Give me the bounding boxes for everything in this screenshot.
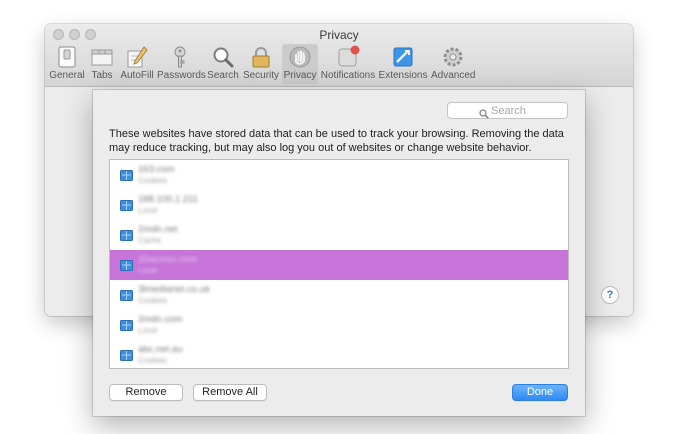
list-item[interactable]: 2mdn.net Cache — [110, 220, 568, 250]
globe-icon — [120, 319, 133, 332]
tab-advanced[interactable]: Advanced — [431, 44, 475, 84]
tab-security-label: Security — [242, 70, 280, 81]
search-field[interactable] — [447, 102, 568, 119]
notification-badge-icon — [336, 45, 360, 69]
pencil-icon — [125, 45, 149, 69]
site-data-type: Cache — [138, 236, 162, 245]
tab-search-label: Search — [207, 70, 239, 81]
site-data-type: Cookies — [138, 176, 167, 185]
site-name: 188.100.1.211 — [138, 194, 199, 205]
tab-security[interactable]: Security — [242, 44, 280, 84]
list-item[interactable]: 163.com Cookies — [110, 160, 568, 190]
done-button[interactable]: Done — [512, 384, 568, 401]
key-icon — [168, 45, 192, 69]
site-data-type: Local — [138, 206, 158, 215]
tab-privacy[interactable]: Privacy — [282, 44, 318, 84]
tab-notifications[interactable]: Notifications — [320, 44, 376, 84]
globe-icon — [120, 259, 133, 272]
tab-passwords-label: Passwords — [157, 70, 206, 81]
tab-notifications-label: Notifications — [320, 70, 376, 81]
tab-tabs[interactable]: Tabs — [89, 44, 115, 84]
site-name: 2mdn.com — [138, 314, 183, 325]
magnifier-icon — [211, 45, 235, 69]
remove-button[interactable]: Remove — [109, 384, 183, 401]
tab-advanced-label: Advanced — [431, 70, 476, 81]
list-item[interactable]: 2mdn.com Local — [110, 310, 568, 340]
gear-icon — [441, 45, 465, 69]
tab-autofill-label: AutoFill — [120, 70, 154, 81]
puzzle-icon — [391, 45, 415, 69]
search-input[interactable] — [491, 104, 563, 117]
tab-tabs-label: Tabs — [91, 70, 113, 81]
padlock-icon — [249, 45, 273, 69]
site-name: 2mdn.net — [138, 224, 178, 235]
tab-privacy-label: Privacy — [283, 70, 317, 81]
globe-icon — [120, 199, 133, 212]
hand-icon — [288, 45, 312, 69]
tab-extensions-label: Extensions — [378, 70, 428, 81]
site-name: 3lmedianet.co.uk — [138, 284, 210, 295]
tab-autofill[interactable]: AutoFill — [119, 44, 155, 84]
website-data-sheet: These websites have stored data that can… — [93, 90, 585, 416]
tab-general[interactable]: General — [49, 44, 85, 84]
remove-all-button[interactable]: Remove All — [193, 384, 267, 401]
list-item[interactable]: 3lmedianet.co.uk Cookies — [110, 280, 568, 310]
globe-icon — [120, 169, 133, 182]
site-data-type: Cookies — [138, 356, 167, 365]
tab-passwords[interactable]: Passwords — [157, 44, 206, 84]
tabs-icon — [90, 45, 114, 69]
site-name: 33across.com — [138, 254, 198, 265]
list-item[interactable]: 188.100.1.211 Local — [110, 190, 568, 220]
globe-icon — [120, 229, 133, 242]
globe-icon — [120, 289, 133, 302]
tab-search[interactable]: Search — [206, 44, 240, 84]
site-data-type: Local — [138, 266, 158, 275]
site-data-type: Cookies — [138, 296, 167, 305]
site-name: abc.net.au — [138, 344, 183, 355]
tab-general-label: General — [49, 70, 85, 81]
toolbar: Privacy General Tabs AutoFill Passwords … — [45, 24, 633, 87]
description-text: These websites have stored data that can… — [109, 128, 564, 154]
globe-icon — [120, 349, 133, 362]
website-list[interactable]: 163.com Cookies 188.100.1.211 Local 2mdn… — [109, 159, 569, 369]
site-name: 163.com — [138, 164, 175, 175]
switch-icon — [55, 45, 79, 69]
window-title: Privacy — [319, 28, 359, 42]
tab-extensions[interactable]: Extensions — [378, 44, 428, 84]
help-button[interactable]: ? — [601, 286, 619, 304]
search-icon — [479, 106, 489, 119]
list-item-selected[interactable]: 33across.com Local — [110, 250, 568, 280]
site-data-type: Local — [138, 326, 158, 335]
list-item[interactable]: abc.net.au Cookies — [110, 340, 568, 368]
